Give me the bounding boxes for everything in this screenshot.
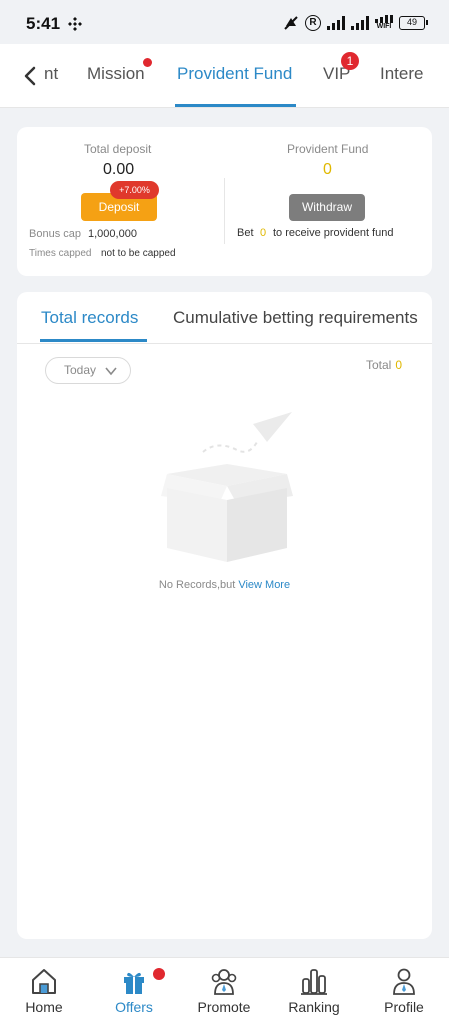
- active-tab-indicator: [175, 104, 296, 107]
- tab-header: nt Mission Provident Fund VIP 1 Intere: [0, 44, 449, 108]
- signal-icon-2: [351, 16, 369, 30]
- tab-cumulative-betting[interactable]: Cumulative betting requirements: [173, 308, 418, 328]
- withdraw-button[interactable]: Withdraw: [289, 194, 365, 221]
- empty-state-text: No Records,but View More: [17, 579, 432, 591]
- chevron-down-icon: [105, 367, 117, 376]
- tab-interest[interactable]: Intere: [380, 64, 423, 84]
- records-total-label: Total: [365, 358, 392, 372]
- bet-label: Bet: [237, 227, 254, 239]
- date-filter-select[interactable]: Today: [45, 357, 131, 384]
- gift-icon: [124, 972, 144, 994]
- mute-icon: [284, 16, 298, 30]
- binance-icon: [68, 17, 82, 31]
- provident-fund-value: 0: [323, 161, 332, 178]
- view-more-link[interactable]: View More: [238, 579, 290, 591]
- provident-fund-card: Total deposit 0.00 Deposit +7.00% Bonus …: [17, 127, 432, 276]
- records-divider: [17, 343, 432, 344]
- total-deposit-label: Total deposit: [84, 142, 152, 156]
- offers-notification-dot: [153, 968, 165, 980]
- status-time: 5:41: [26, 14, 61, 33]
- nav-promote-label: Promote: [197, 999, 251, 1015]
- vip-badge: 1: [341, 52, 359, 70]
- nav-promote[interactable]: Promote: [184, 966, 264, 1015]
- promote-people-icon: [211, 969, 237, 995]
- home-icon: [32, 969, 56, 994]
- empty-message: No Records,but: [158, 579, 236, 591]
- ranking-bars-icon: [301, 969, 327, 995]
- back-arrow-icon[interactable]: [18, 62, 42, 90]
- bottom-nav: Home Offers Promote Ranking Profile: [0, 957, 449, 1024]
- nav-home-label: Home: [25, 999, 63, 1015]
- card-divider: [224, 178, 225, 244]
- records-total-value: 0: [395, 358, 402, 372]
- nav-ranking-label: Ranking: [288, 999, 340, 1015]
- status-icons: R WIFI 49: [283, 13, 428, 33]
- times-capped-value: not to be capped: [101, 248, 176, 259]
- bonus-percent-badge: +7.00%: [110, 181, 159, 199]
- battery-icon: 49: [399, 16, 428, 30]
- nav-profile-label: Profile: [384, 999, 424, 1015]
- bonus-cap-label: Bonus cap: [29, 228, 81, 240]
- bet-suffix: to receive provident fund: [273, 227, 394, 239]
- bonus-cap-value: 1,000,000: [88, 228, 137, 240]
- records-total: Total 0: [366, 358, 402, 372]
- date-filter-value: Today: [64, 363, 97, 377]
- records-tab-indicator: [40, 339, 147, 342]
- records-card: Total records Cumulative betting require…: [17, 292, 432, 939]
- nav-profile[interactable]: Profile: [364, 966, 444, 1015]
- total-deposit-value: 0.00: [103, 161, 135, 178]
- tab-previous[interactable]: nt: [44, 64, 58, 84]
- times-capped-label: Times capped: [29, 248, 92, 259]
- bet-value: 0: [260, 227, 267, 239]
- tab-total-records[interactable]: Total records: [41, 308, 138, 328]
- wifi-icon: WIFI: [375, 15, 393, 31]
- nav-ranking[interactable]: Ranking: [274, 966, 354, 1015]
- registered-icon: R: [305, 15, 321, 31]
- signal-icon: [327, 16, 345, 30]
- tab-mission[interactable]: Mission: [87, 64, 145, 84]
- nav-home[interactable]: Home: [4, 966, 84, 1015]
- mission-notification-dot: [143, 58, 152, 67]
- tab-provident-fund[interactable]: Provident Fund: [177, 64, 292, 84]
- profile-icon: [393, 968, 415, 995]
- nav-offers-label: Offers: [115, 999, 153, 1015]
- status-bar: 5:41 R WIFI 49: [0, 0, 449, 44]
- provident-fund-label: Provident Fund: [287, 142, 369, 156]
- empty-box-icon: [161, 412, 293, 562]
